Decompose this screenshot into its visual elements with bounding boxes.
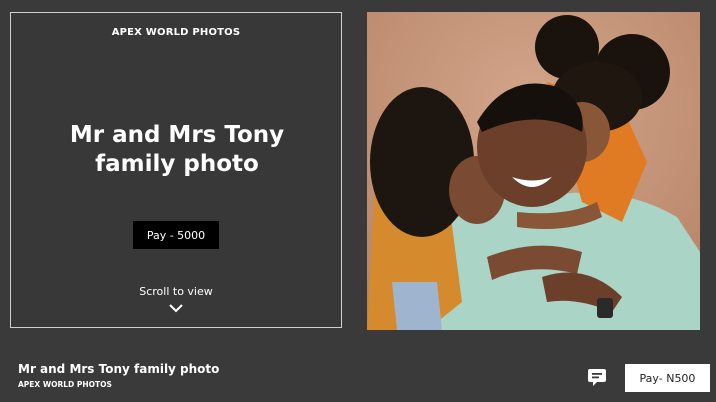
page: APEX WORLD PHOTOS Mr and Mrs Tony family… (0, 0, 716, 402)
family-photo (367, 12, 700, 330)
chat-button[interactable] (587, 367, 607, 387)
chevron-down-icon (169, 304, 183, 313)
brand-label: APEX WORLD PHOTOS (111, 27, 241, 38)
scroll-to-view[interactable]: Scroll to view (11, 285, 341, 313)
pay-button[interactable]: Pay - 5000 (133, 221, 219, 249)
family-photo-illustration (367, 12, 700, 330)
info-panel: APEX WORLD PHOTOS Mr and Mrs Tony family… (10, 12, 342, 328)
bottom-title: Mr and Mrs Tony family photo (18, 362, 220, 376)
chat-icon (588, 369, 606, 386)
page-title: Mr and Mrs Tony family photo (69, 122, 285, 177)
pay-bottom-button[interactable]: Pay- N500 (625, 364, 710, 392)
scroll-hint-label: Scroll to view (139, 285, 213, 298)
bottom-brand-label: APEX WORLD PHOTOS (18, 380, 112, 389)
